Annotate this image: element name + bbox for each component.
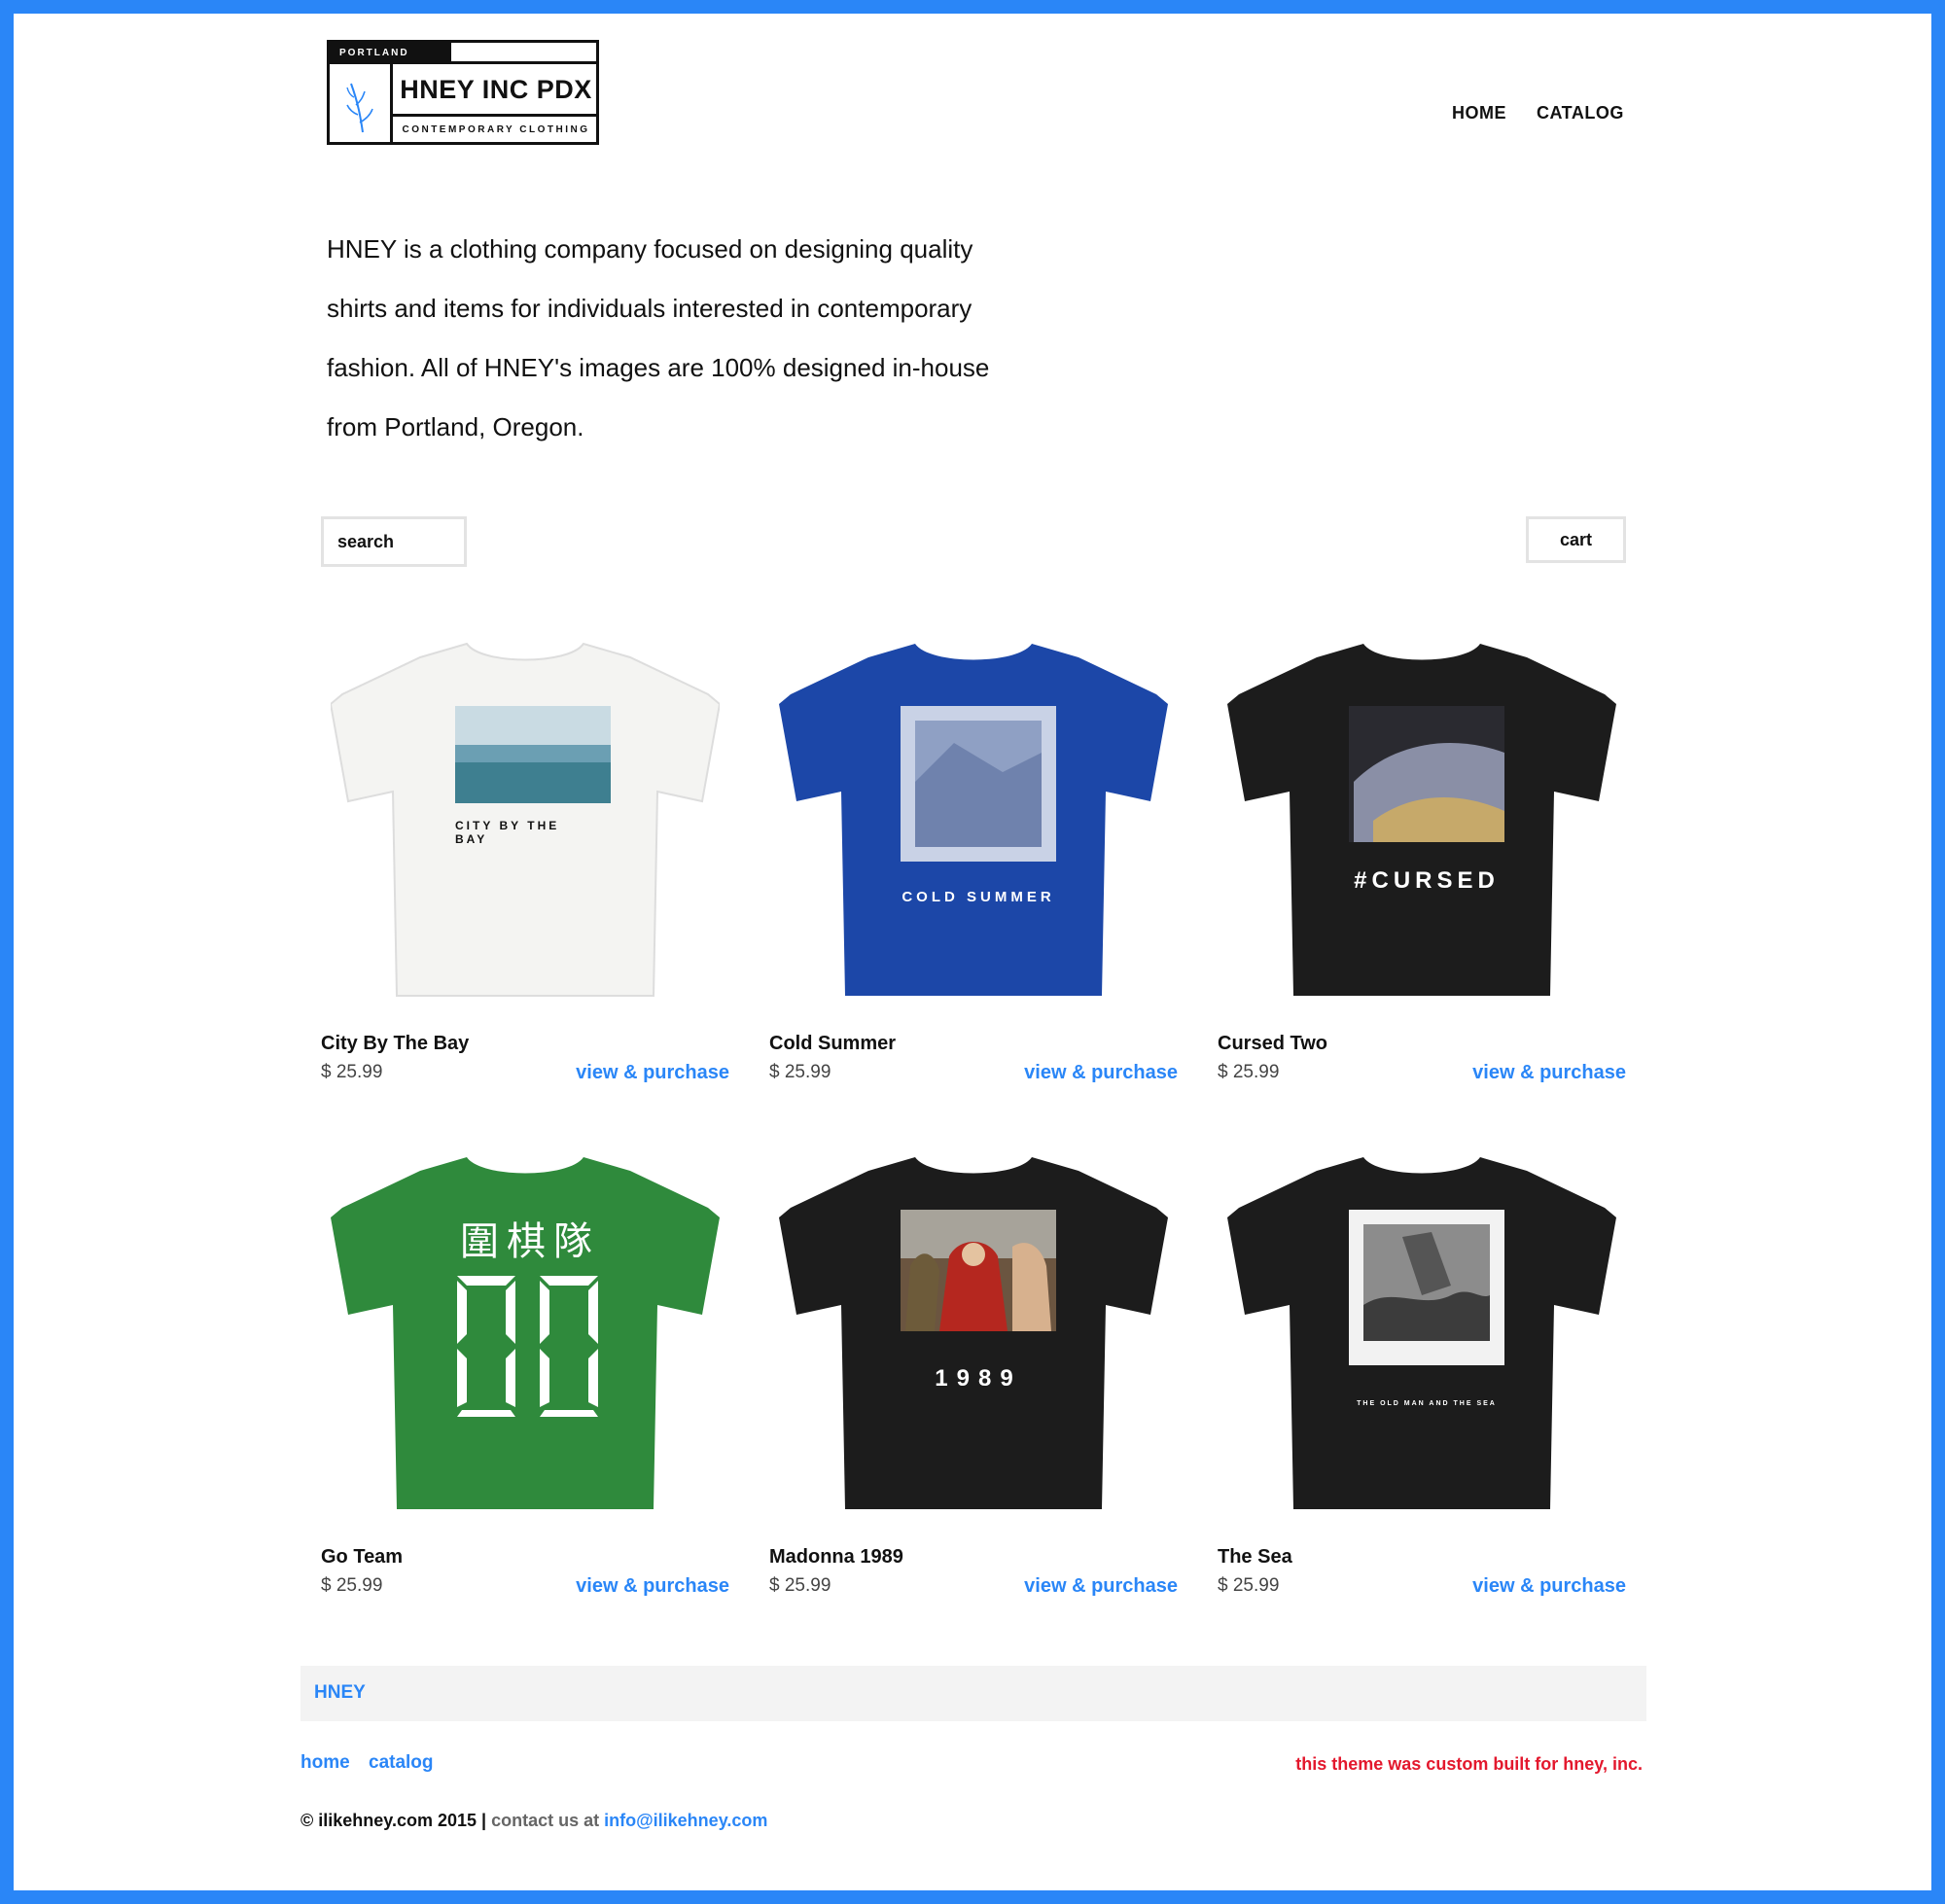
footer-bar: HNEY [301,1666,1646,1721]
tshirt-image [779,644,1168,996]
theme-credit-note: this theme was custom built for hney, in… [1295,1754,1643,1774]
contact-label: contact us at [491,1811,600,1830]
product-name: Go Team [321,1546,404,1568]
product-card: THE OLD MAN AND THE SEA The Sea $ 25.99 … [1218,1140,1626,1606]
shirt-print-text: THE OLD MAN AND THE SEA [1357,1400,1497,1407]
tshirt-image [329,642,722,997]
product-price: $ 25.99 [769,1575,831,1596]
footer-brand[interactable]: HNEY [314,1682,366,1704]
product-price: $ 25.99 [321,1575,383,1596]
page-frame: PORTLAND OREGON HNEY INC PDX CONTEMPORAR… [14,14,1931,1890]
view-purchase-link[interactable]: view & purchase [576,1575,729,1598]
product-price: $ 25.99 [321,1062,383,1082]
tshirt-image [1227,1157,1616,1509]
product-name: The Sea [1218,1546,1292,1568]
product-name: City By The Bay [321,1033,470,1054]
product-image[interactable]: THE OLD MAN AND THE SEA [1227,1140,1616,1519]
footer-link-home[interactable]: home [301,1752,350,1774]
product-price: $ 25.99 [769,1062,831,1082]
tshirt-image [779,1157,1168,1509]
product-card: CITY BY THE BAY City By The Bay $ 25.99 … [321,626,729,1093]
logo-subtitle: CONTEMPORARY CLOTHING [402,124,590,135]
product-card: #CURSED Cursed Two $ 25.99 view & purcha… [1218,626,1626,1093]
copyright-line: © ilikehney.com 2015 | contact us at inf… [301,1811,767,1831]
copyright-text: © ilikehney.com 2015 | [301,1811,487,1830]
product-card: COLD SUMMER Cold Summer $ 25.99 view & p… [769,626,1178,1093]
product-name: Cursed Two [1218,1033,1327,1054]
product-card: 圍棋隊 Go Team $ 25.99 view & purchase [321,1140,729,1606]
view-purchase-link[interactable]: view & purchase [1472,1575,1626,1598]
intro-text: HNEY is a clothing company focused on de… [327,234,990,441]
product-card: 1989 Madonna 1989 $ 25.99 view & purchas… [769,1140,1178,1606]
shirt-print-text: CITY BY THE BAY [455,819,560,846]
product-image[interactable]: 1989 [779,1140,1168,1519]
tshirt-image [1227,644,1616,996]
product-image[interactable]: COLD SUMMER [779,626,1168,1005]
cart-button[interactable]: cart [1526,516,1626,563]
logo-divider [451,61,599,64]
logo-title: HNEY INC PDX [400,75,592,104]
view-purchase-link[interactable]: view & purchase [1024,1575,1178,1598]
shirt-print-text: COLD SUMMER [902,889,1055,905]
product-name: Madonna 1989 [769,1546,903,1568]
product-price: $ 25.99 [1218,1575,1280,1596]
product-price: $ 25.99 [1218,1062,1280,1082]
logo-divider [390,64,393,145]
product-image[interactable]: 圍棋隊 [331,1140,720,1519]
product-image[interactable]: #CURSED [1227,626,1616,1005]
leaf-icon [346,83,373,133]
product-name: Cold Summer [769,1033,897,1054]
view-purchase-link[interactable]: view & purchase [1024,1062,1178,1084]
nav-catalog[interactable]: CATALOG [1537,103,1624,123]
contact-email-link[interactable]: info@ilikehney.com [604,1811,767,1830]
search-input[interactable] [321,516,467,567]
tshirt-image [331,1157,720,1509]
shirt-print-text: 1989 [935,1365,1022,1392]
product-image[interactable]: CITY BY THE BAY [329,626,722,1005]
footer-link-catalog[interactable]: catalog [369,1752,434,1774]
brand-logo[interactable]: PORTLAND OREGON HNEY INC PDX CONTEMPORAR… [327,40,599,145]
view-purchase-link[interactable]: view & purchase [1472,1062,1626,1084]
nav-home[interactable]: HOME [1452,103,1506,123]
view-purchase-link[interactable]: view & purchase [576,1062,729,1084]
shirt-print-text: 圍棋隊 [460,1219,600,1264]
logo-divider [390,114,599,117]
logo-divider [330,61,390,64]
shirt-print-text: #CURSED [1354,867,1500,894]
